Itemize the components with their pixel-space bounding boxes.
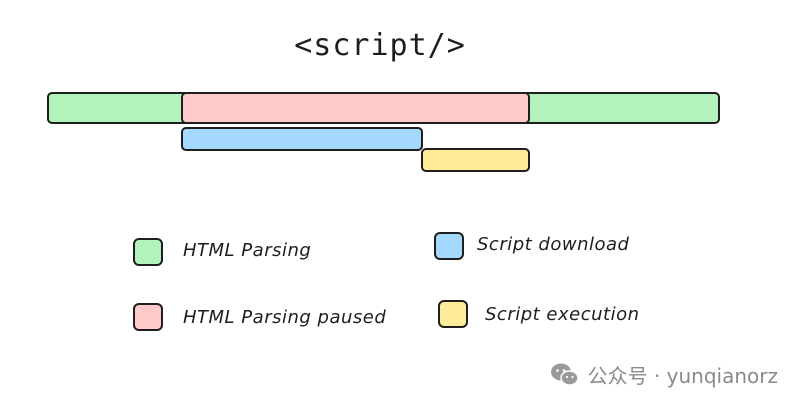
wechat-icon (550, 363, 579, 386)
bar-script-execution (421, 148, 530, 172)
legend-label-script-download: Script download (477, 234, 630, 255)
bar-html-parsing-paused (181, 92, 530, 124)
legend-label-html-parsing: HTML Parsing (183, 240, 312, 261)
legend-swatch-html-parsing-paused (133, 303, 163, 331)
legend-swatch-script-execution (438, 300, 468, 328)
legend-swatch-html-parsing (133, 238, 163, 266)
diagram-title: <script/> (294, 28, 466, 63)
bar-script-download (181, 127, 423, 151)
watermark-text: 公众号 · yunqianorz (587, 364, 778, 388)
watermark: 公众号 · yunqianorz (550, 360, 778, 389)
legend-label-html-parsing-paused: HTML Parsing paused (183, 307, 387, 328)
legend-swatch-script-download (434, 232, 464, 260)
legend-label-script-execution: Script execution (485, 304, 640, 325)
